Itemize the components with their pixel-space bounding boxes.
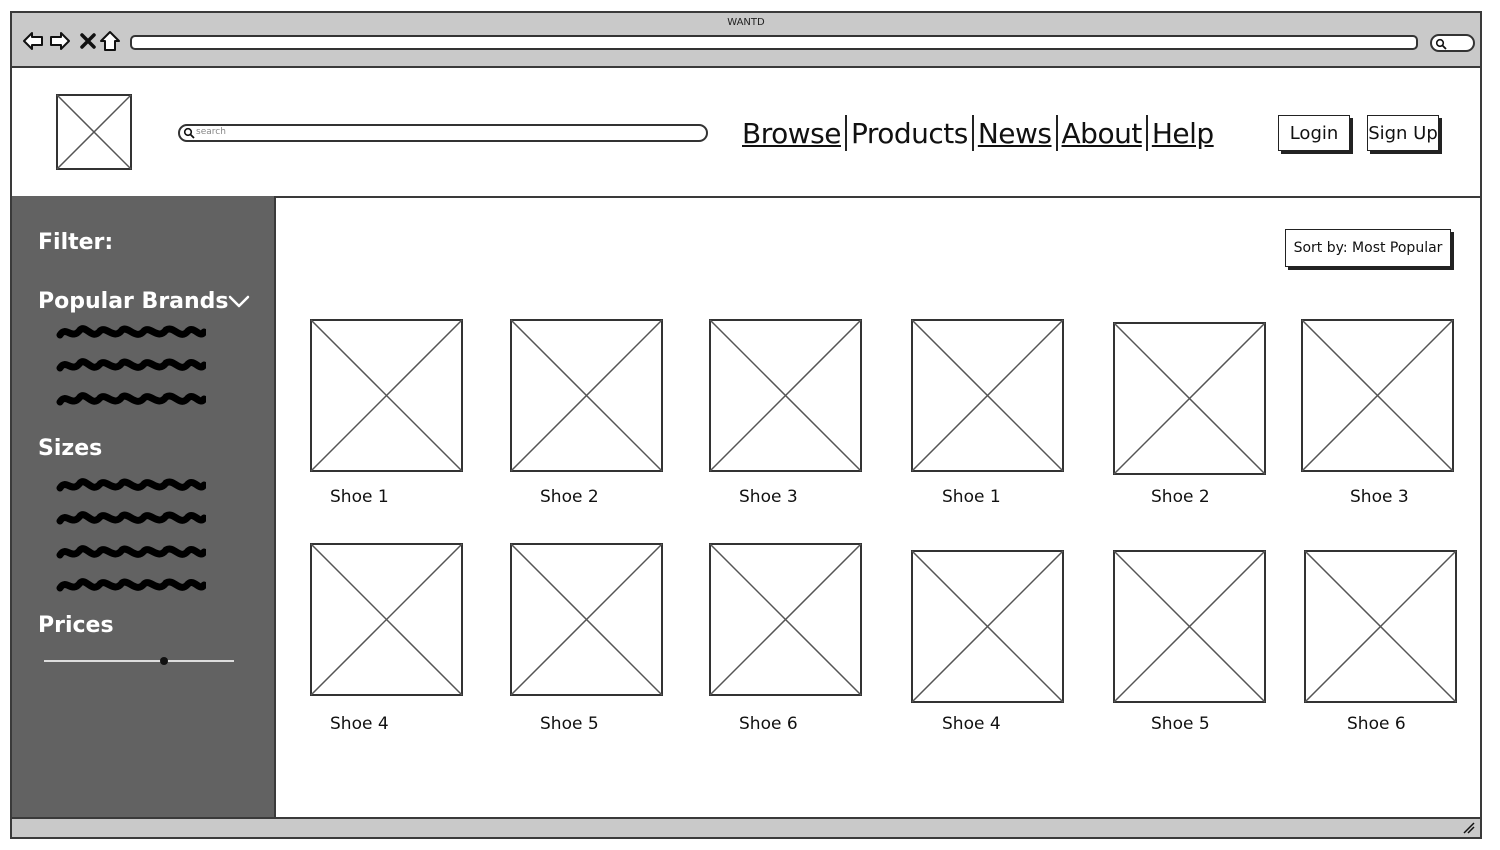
browser-window: WANTD search Browse Products News About … xyxy=(10,11,1482,839)
product-image-placeholder[interactable] xyxy=(911,550,1064,703)
size-option-scribble[interactable] xyxy=(56,474,206,496)
browser-search-field[interactable] xyxy=(1430,34,1475,52)
sort-dropdown-button[interactable]: Sort by: Most Popular xyxy=(1285,229,1451,267)
browser-toolbar: WANTD xyxy=(12,13,1480,68)
product-label[interactable]: Shoe 2 xyxy=(540,487,599,507)
price-slider-track[interactable] xyxy=(44,660,234,662)
product-card[interactable]: Shoe 2 xyxy=(1113,322,1266,507)
product-card[interactable]: Shoe 6 xyxy=(709,543,862,734)
chevron-down-icon[interactable] xyxy=(228,294,250,310)
product-card[interactable]: Shoe 1 xyxy=(310,319,463,507)
product-card[interactable]: Shoe 5 xyxy=(1113,550,1266,734)
product-image-placeholder[interactable] xyxy=(709,543,862,696)
site-header: search Browse Products News About Help L… xyxy=(12,68,1480,198)
nav-link-browse[interactable]: Browse xyxy=(738,117,845,150)
window-title: WANTD xyxy=(727,17,765,28)
brand-option-scribble[interactable] xyxy=(56,354,206,376)
back-arrow-icon[interactable] xyxy=(22,30,44,52)
product-card[interactable]: Shoe 4 xyxy=(911,550,1064,734)
filter-title: Filter: xyxy=(38,230,114,255)
price-slider-handle[interactable] xyxy=(159,657,168,665)
product-card[interactable]: Shoe 3 xyxy=(709,319,862,507)
resize-grip-icon[interactable] xyxy=(1462,821,1476,835)
product-card[interactable]: Shoe 5 xyxy=(510,543,663,734)
nav-link-news[interactable]: News xyxy=(974,117,1056,150)
product-image-placeholder[interactable] xyxy=(310,543,463,696)
product-image-placeholder[interactable] xyxy=(709,319,862,472)
prices-heading: Prices xyxy=(38,613,114,638)
nav-link-about[interactable]: About xyxy=(1058,117,1146,150)
product-card[interactable]: Shoe 6 xyxy=(1304,550,1457,734)
product-label[interactable]: Shoe 4 xyxy=(942,714,1001,734)
status-bar xyxy=(12,817,1480,837)
product-image-placeholder[interactable] xyxy=(1304,550,1457,703)
product-card[interactable]: Shoe 3 xyxy=(1301,319,1454,507)
search-placeholder: search xyxy=(196,127,226,137)
home-icon[interactable] xyxy=(99,30,121,52)
logo-image-placeholder[interactable] xyxy=(56,94,132,170)
site-search-input[interactable]: search xyxy=(178,124,708,142)
product-image-placeholder[interactable] xyxy=(911,319,1064,472)
product-label[interactable]: Shoe 5 xyxy=(1151,714,1210,734)
product-label[interactable]: Shoe 5 xyxy=(540,714,599,734)
product-image-placeholder[interactable] xyxy=(1301,319,1454,472)
product-card[interactable]: Shoe 2 xyxy=(510,319,663,507)
filter-sidebar: Filter: Popular Brands Sizes Prices xyxy=(12,196,276,818)
product-label[interactable]: Shoe 3 xyxy=(739,487,798,507)
sign-up-button[interactable]: Sign Up xyxy=(1367,115,1439,151)
product-card[interactable]: Shoe 1 xyxy=(911,319,1064,507)
nav-link-products[interactable]: Products xyxy=(847,117,972,150)
product-image-placeholder[interactable] xyxy=(310,319,463,472)
login-button[interactable]: Login xyxy=(1278,115,1350,151)
product-label[interactable]: Shoe 1 xyxy=(330,487,389,507)
product-image-placeholder[interactable] xyxy=(1113,322,1266,475)
product-label[interactable]: Shoe 3 xyxy=(1350,487,1409,507)
brand-option-scribble[interactable] xyxy=(56,388,206,410)
url-bar[interactable] xyxy=(130,35,1418,50)
product-card[interactable]: Shoe 4 xyxy=(310,543,463,734)
size-option-scribble[interactable] xyxy=(56,574,206,596)
size-option-scribble[interactable] xyxy=(56,507,206,529)
search-icon xyxy=(183,127,195,139)
product-label[interactable]: Shoe 2 xyxy=(1151,487,1210,507)
product-label[interactable]: Shoe 1 xyxy=(942,487,1001,507)
main-nav: Browse Products News About Help xyxy=(738,113,1218,153)
brand-option-scribble[interactable] xyxy=(56,321,206,343)
popular-brands-heading[interactable]: Popular Brands xyxy=(38,289,229,314)
sizes-heading: Sizes xyxy=(38,436,103,461)
product-label[interactable]: Shoe 6 xyxy=(739,714,798,734)
size-option-scribble[interactable] xyxy=(56,541,206,563)
forward-arrow-icon[interactable] xyxy=(49,30,71,52)
search-icon xyxy=(1435,38,1447,50)
product-label[interactable]: Shoe 6 xyxy=(1347,714,1406,734)
product-image-placeholder[interactable] xyxy=(1113,550,1266,703)
product-image-placeholder[interactable] xyxy=(510,319,663,472)
close-icon[interactable] xyxy=(77,30,99,52)
product-image-placeholder[interactable] xyxy=(510,543,663,696)
nav-link-help[interactable]: Help xyxy=(1148,117,1218,150)
product-label[interactable]: Shoe 4 xyxy=(330,714,389,734)
